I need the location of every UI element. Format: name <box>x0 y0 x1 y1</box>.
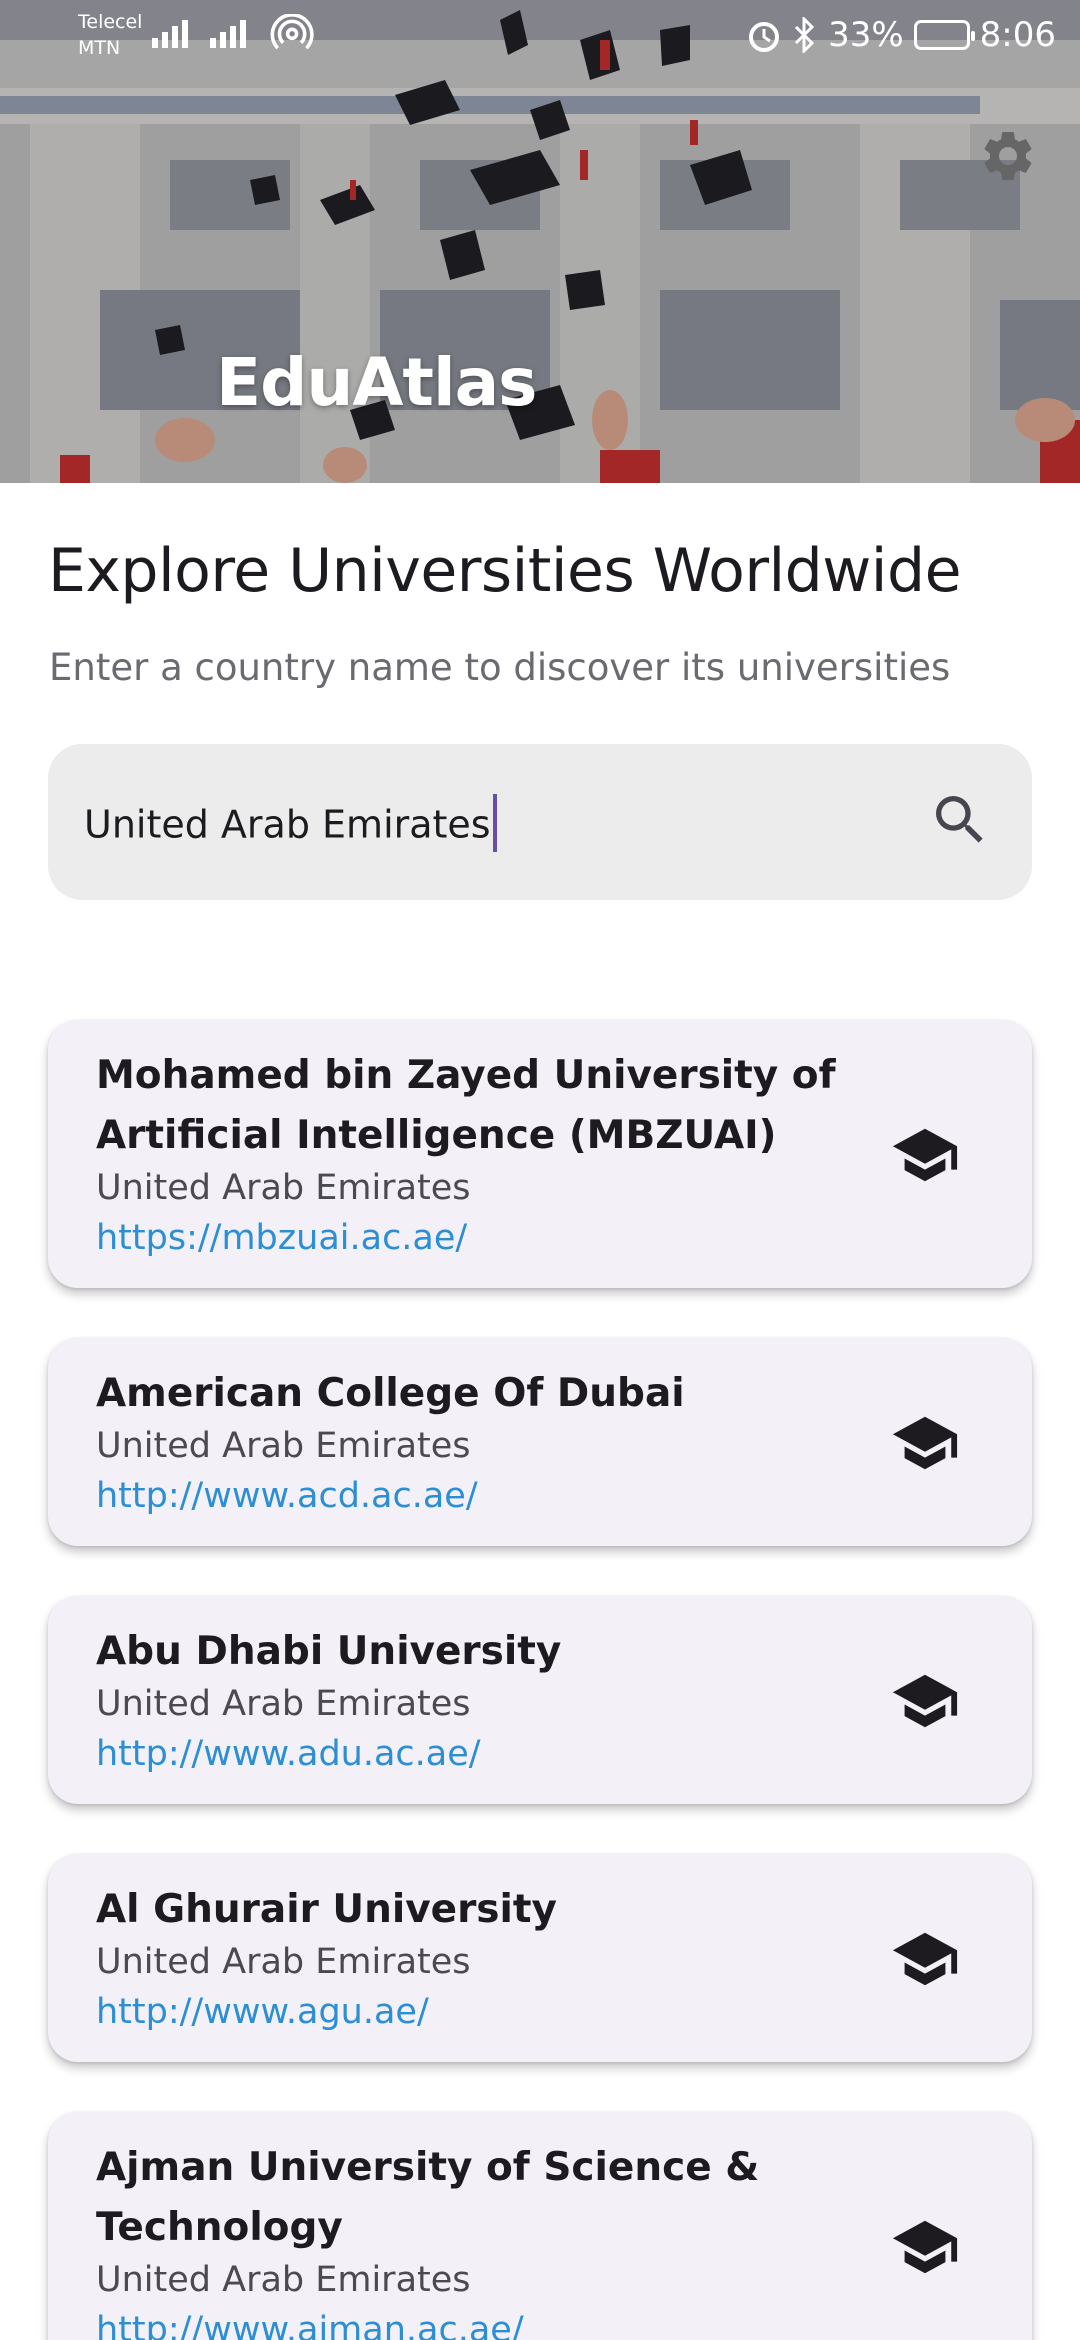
university-link[interactable]: http://www.agu.ae/ <box>96 1992 429 2032</box>
alarm-icon <box>749 22 780 52</box>
university-country: United Arab Emirates <box>96 1942 471 1982</box>
university-country: United Arab Emirates <box>96 1684 471 1724</box>
graduation-cap-icon <box>892 1932 958 1986</box>
graduation-cap-icon <box>892 1416 958 1470</box>
page-subtitle: Enter a country name to discover its uni… <box>49 646 951 689</box>
graduation-cap-icon <box>892 2220 958 2274</box>
gear-icon[interactable] <box>978 126 1038 186</box>
university-name: Al Ghurair University <box>96 1887 557 1932</box>
text-cursor <box>492 794 497 852</box>
university-card[interactable]: Al Ghurair University United Arab Emirat… <box>48 1854 1032 2062</box>
university-link[interactable]: http://www.ajman.ac.ae/ <box>96 2310 524 2340</box>
university-country: United Arab Emirates <box>96 1426 471 1466</box>
university-link[interactable]: http://www.adu.ac.ae/ <box>96 1734 481 1774</box>
status-right: 33% 8:06 <box>746 14 1056 56</box>
university-card[interactable]: Mohamed bin Zayed University of Artifici… <box>48 1020 1032 1288</box>
university-name: Ajman University of Science & Technology <box>96 2145 760 2250</box>
status-bar: Telecel MTN 33% 8:06 <box>0 0 1080 70</box>
university-name: American College Of Dubai <box>96 1371 685 1416</box>
carrier-names: Telecel MTN <box>78 10 142 62</box>
graduation-cap-icon <box>892 1674 958 1728</box>
university-link[interactable]: https://mbzuai.ac.ae/ <box>96 1218 467 1258</box>
battery-percent: 33% <box>828 15 904 55</box>
carrier-2: MTN <box>78 37 121 59</box>
header-banner: Telecel MTN 33% 8:06 EduAtlas <box>0 0 1080 483</box>
carrier-1: Telecel <box>78 11 143 33</box>
graduation-cap-icon <box>892 1128 958 1182</box>
search-field[interactable]: United Arab Emirates <box>48 744 1032 900</box>
university-link[interactable]: http://www.acd.ac.ae/ <box>96 1476 478 1516</box>
hotspot-icon <box>270 14 314 50</box>
university-card[interactable]: American College Of Dubai United Arab Em… <box>48 1338 1032 1546</box>
bluetooth-icon <box>795 17 815 53</box>
clock: 8:06 <box>979 15 1056 55</box>
page-title: Explore Universities Worldwide <box>48 536 961 606</box>
university-card[interactable]: Abu Dhabi University United Arab Emirate… <box>48 1596 1032 1804</box>
university-country: United Arab Emirates <box>96 1168 471 1208</box>
university-name: Abu Dhabi University <box>96 1629 562 1674</box>
university-name: Mohamed bin Zayed University of Artifici… <box>96 1053 836 1158</box>
battery-icon <box>913 20 975 50</box>
search-input[interactable]: United Arab Emirates <box>84 794 497 856</box>
app-title: EduAtlas <box>216 344 537 421</box>
app-screen: Telecel MTN 33% 8:06 EduAtlas Explore Un… <box>0 0 1080 2340</box>
search-icon[interactable] <box>928 788 992 852</box>
university-card[interactable]: Ajman University of Science & Technology… <box>48 2112 1032 2340</box>
header-overlay <box>0 0 1080 483</box>
university-country: United Arab Emirates <box>96 2260 471 2300</box>
search-input-value: United Arab Emirates <box>84 802 491 847</box>
signal-icon <box>152 20 246 48</box>
